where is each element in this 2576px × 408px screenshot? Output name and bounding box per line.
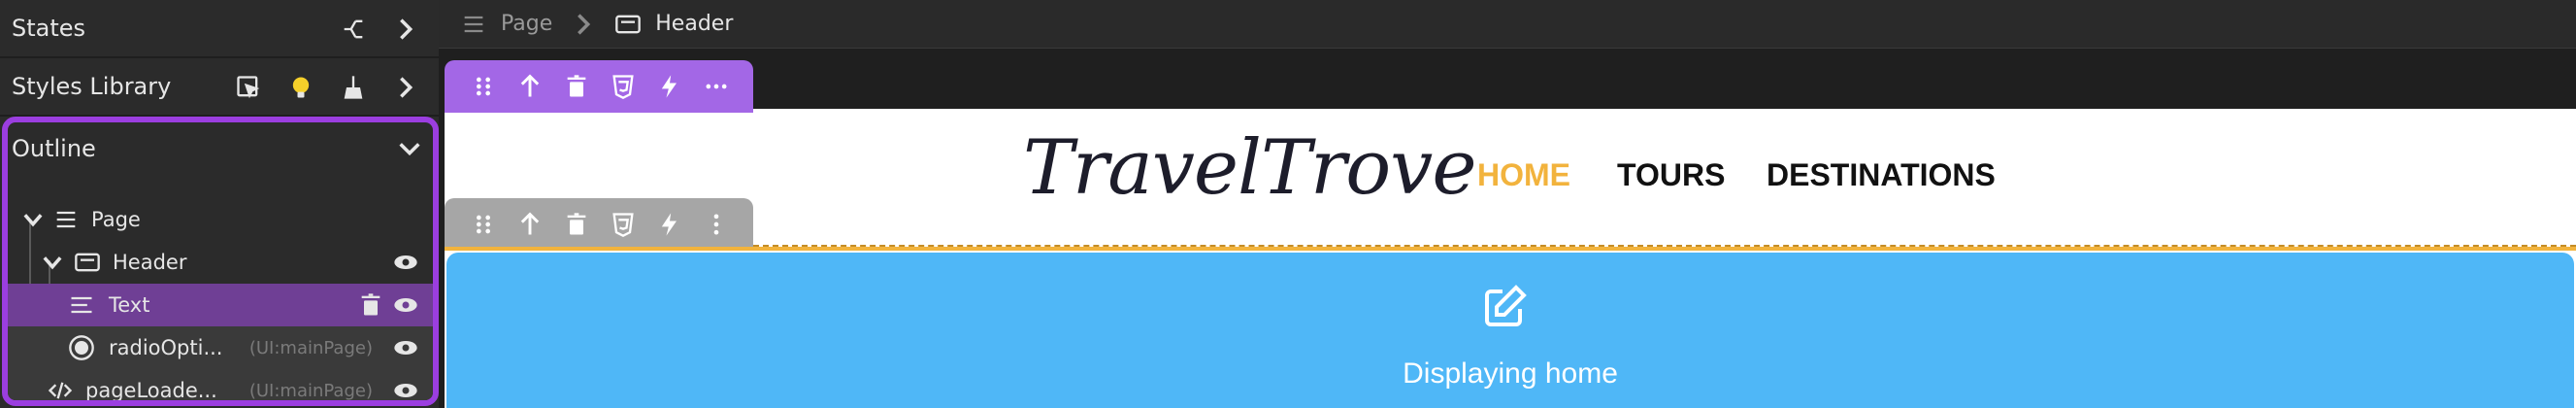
breadcrumb-item-header[interactable]: Header <box>614 11 733 38</box>
header-icon <box>614 11 642 38</box>
eye-icon[interactable] <box>392 249 419 276</box>
outline-panel: Outline Page Header Text radioOpti... (U… <box>2 117 439 406</box>
tree-item-page[interactable]: Page <box>8 198 433 241</box>
lightbulb-icon[interactable] <box>287 74 314 101</box>
tree-item-label: Text <box>109 293 150 317</box>
more-horizontal-icon[interactable] <box>693 60 740 113</box>
more-vertical-icon[interactable] <box>693 198 740 251</box>
selection-dashed-outline <box>753 245 2576 247</box>
tree-item-label: radioOpti... <box>109 336 223 359</box>
outline-label: Outline <box>12 135 96 162</box>
element-toolbar-header <box>445 60 753 113</box>
tree-item-radio-options[interactable]: radioOpti... (UI:mainPage) <box>8 326 433 369</box>
eye-icon[interactable] <box>392 291 419 319</box>
breadcrumb: Page Header <box>439 0 2576 49</box>
lines-icon <box>460 11 487 38</box>
element-toolbar-section <box>445 198 753 251</box>
left-panel: States Styles Library Outline Page Heade… <box>0 0 439 408</box>
eye-icon[interactable] <box>392 377 419 400</box>
content-message: Displaying home <box>1403 357 1618 390</box>
editor-area: Page Header TravelTrove HOME TOURS DESTI… <box>439 0 2576 408</box>
header-bottom-border <box>445 247 2576 251</box>
eye-icon[interactable] <box>392 334 419 361</box>
lightning-icon[interactable] <box>646 60 693 113</box>
tree-item-meta: (UI:mainPage) <box>248 337 373 358</box>
radio-icon <box>68 334 95 361</box>
breadcrumb-item-page[interactable]: Page <box>460 11 552 38</box>
lines-icon <box>52 206 80 233</box>
outline-header[interactable]: Outline <box>8 122 433 175</box>
css-icon[interactable] <box>600 198 646 251</box>
code-icon <box>47 377 74 400</box>
styles-library-section[interactable]: Styles Library <box>0 58 439 117</box>
tree-item-label: pageLoade... <box>85 379 217 402</box>
trash-icon[interactable] <box>553 60 600 113</box>
header-icon <box>74 249 101 276</box>
styles-library-label: Styles Library <box>12 73 172 100</box>
nav-link-destinations[interactable]: DESTINATIONS <box>1767 157 1996 193</box>
drag-handle-icon[interactable] <box>460 198 507 251</box>
chevron-down-icon[interactable] <box>19 206 47 233</box>
app-window: States Styles Library Outline Page Heade… <box>0 0 2576 408</box>
lightning-icon[interactable] <box>646 198 693 251</box>
tree-item-label: Page <box>91 208 141 231</box>
tree-item-header[interactable]: Header <box>8 241 433 284</box>
chevron-right-icon[interactable] <box>392 74 419 101</box>
text-lines-icon <box>68 291 95 319</box>
chevron-down-icon[interactable] <box>39 249 66 276</box>
states-label: States <box>12 15 86 42</box>
branch-icon[interactable] <box>340 16 367 43</box>
chevron-right-icon <box>570 11 597 38</box>
nav-link-home[interactable]: HOME <box>1477 157 1570 193</box>
trash-icon[interactable] <box>357 291 384 319</box>
breadcrumb-label: Page <box>501 12 553 36</box>
states-section[interactable]: States <box>0 0 439 58</box>
broom-icon[interactable] <box>340 74 367 101</box>
breadcrumb-label: Header <box>655 12 734 36</box>
chevron-down-icon[interactable] <box>396 135 423 162</box>
arrow-up-icon[interactable] <box>507 60 553 113</box>
tree-item-text[interactable]: Text <box>8 284 433 326</box>
brand-logo[interactable]: TravelTrove <box>1023 124 1476 212</box>
tree-item-meta: (UI:mainPage) <box>248 380 373 401</box>
tree-item-label: Header <box>113 251 187 274</box>
drag-handle-icon[interactable] <box>460 60 507 113</box>
content-section[interactable]: Displaying home <box>446 253 2574 408</box>
select-icon[interactable] <box>235 74 262 101</box>
edit-icon[interactable] <box>1481 284 1528 330</box>
chevron-right-icon[interactable] <box>392 16 419 43</box>
arrow-up-icon[interactable] <box>507 198 553 251</box>
trash-icon[interactable] <box>553 198 600 251</box>
css-icon[interactable] <box>600 60 646 113</box>
tree-item-page-loader[interactable]: pageLoade... (UI:mainPage) <box>8 369 433 402</box>
nav-link-tours[interactable]: TOURS <box>1617 157 1725 193</box>
